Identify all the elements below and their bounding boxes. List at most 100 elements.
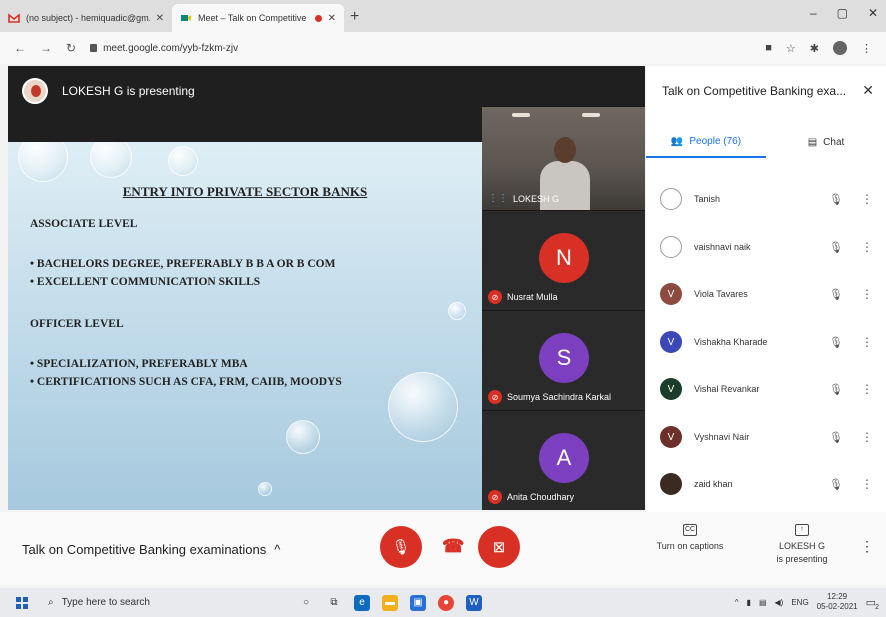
browser-tab-gmail[interactable]: (no subject) - hemiquadic@gm... ✕	[0, 4, 172, 32]
participant-tile[interactable]: N ⊘ Nusrat Mulla	[482, 210, 645, 310]
presenter-avatar	[22, 78, 48, 104]
participant-avatar	[660, 188, 682, 210]
microphone-toggle-button[interactable]: 🎙	[380, 526, 422, 568]
participant-tile-video[interactable]: ⋮⋮ LOKESH G	[482, 106, 645, 210]
minimize-icon[interactable]: –	[810, 6, 817, 20]
more-options-icon[interactable]: ⋮	[860, 382, 874, 396]
forward-arrow-icon[interactable]: →	[40, 41, 52, 55]
network-icon[interactable]: ▤	[759, 598, 767, 607]
participant-row[interactable]: Tanish 🎙 ⋮	[660, 184, 874, 214]
participant-name: Vishal Revankar	[694, 384, 760, 394]
leave-call-button[interactable]: ☎	[442, 536, 464, 557]
more-options-icon[interactable]: ⋮	[860, 240, 874, 254]
browser-tab-strip: (no subject) - hemiquadic@gm... ✕ Meet –…	[0, 0, 886, 32]
participant-tile[interactable]: S ⊘ Soumya Sachindra Karkal	[482, 310, 645, 410]
slide-section-officer: OFFICER LEVEL	[30, 318, 124, 330]
mic-off-icon[interactable]: 🎙	[826, 478, 846, 491]
volume-icon[interactable]: ◀)	[775, 598, 784, 607]
close-panel-icon[interactable]: ✕	[862, 82, 874, 99]
water-drop	[286, 420, 320, 454]
participant-tile[interactable]: A ⊘ Anita Choudhary	[482, 410, 645, 510]
water-drop	[258, 482, 272, 496]
tab-title: (no subject) - hemiquadic@gm...	[26, 13, 150, 23]
participant-avatar: N	[539, 233, 589, 283]
participant-row[interactable]: V Vishal Revankar 🎙 ⋮	[660, 374, 874, 404]
extensions-icon[interactable]: ✱	[810, 42, 819, 55]
meeting-controls-bar: Talk on Competitive Banking examinations…	[0, 512, 886, 585]
mic-off-icon[interactable]: 🎙	[826, 288, 846, 301]
file-explorer-icon[interactable]: ▬	[382, 594, 398, 611]
word-icon[interactable]: W	[466, 594, 482, 611]
language-indicator[interactable]: ENG	[791, 598, 808, 607]
ceiling-light	[512, 113, 530, 117]
presenter-banner-text: LOKESH G is presenting	[62, 84, 195, 98]
camera-icon[interactable]: ■	[765, 42, 772, 54]
new-tab-button[interactable]: +	[350, 8, 359, 26]
mic-off-icon[interactable]: 🎙	[826, 431, 846, 444]
taskbar-search[interactable]: ⌕ Type here to search	[48, 597, 258, 608]
participant-name: Tanish	[694, 194, 721, 204]
participant-row[interactable]: V Vishakha Kharade 🎙 ⋮	[660, 327, 874, 357]
close-tab-icon[interactable]: ✕	[156, 13, 164, 24]
cortana-icon[interactable]: ○	[298, 595, 314, 611]
mic-off-icon[interactable]: 🎙	[826, 383, 846, 396]
mic-off-icon[interactable]: 🎙	[826, 193, 846, 206]
reload-icon[interactable]: ↻	[66, 41, 76, 55]
presentation-status-button[interactable]: ↑ LOKESH G is presenting	[765, 522, 839, 566]
store-icon[interactable]: ▣	[410, 594, 426, 611]
water-drop	[90, 142, 132, 178]
browser-menu-icon[interactable]: ⋮	[861, 42, 872, 55]
participant-name: Viola Tavares	[694, 289, 748, 299]
browser-tab-meet[interactable]: Meet – Talk on Competitive ✕	[172, 4, 344, 32]
captions-label: Turn on captions	[656, 541, 724, 551]
battery-icon[interactable]: ▮	[747, 598, 751, 607]
tab-people[interactable]: 👥 People (76)	[646, 126, 766, 158]
chrome-icon[interactable]: ●	[438, 594, 454, 611]
participant-row[interactable]: V Vyshnavi Nair 🎙 ⋮	[660, 422, 874, 452]
tab-chat[interactable]: ▤ Chat	[766, 126, 886, 158]
participant-avatar: A	[539, 433, 589, 483]
meeting-details-button[interactable]: Talk on Competitive Banking examinations…	[22, 542, 280, 557]
mic-off-icon[interactable]: 🎙	[826, 336, 846, 349]
tile-name-text: Nusrat Mulla	[507, 292, 558, 302]
participant-avatar	[660, 473, 682, 495]
more-options-icon[interactable]: ⋮	[860, 192, 874, 206]
task-view-icon[interactable]: ⧉	[326, 595, 342, 611]
mic-off-icon[interactable]: 🎙	[826, 241, 846, 254]
captions-button[interactable]: CC Turn on captions	[655, 522, 725, 553]
windows-taskbar: ⌕ Type here to search ○ ⧉ e ▬ ▣ ● W ^ ▮ …	[0, 588, 886, 617]
more-options-icon[interactable]: ⋮	[860, 430, 874, 444]
participant-row[interactable]: zaid khan 🎙 ⋮	[660, 469, 874, 499]
profile-avatar[interactable]	[833, 41, 847, 55]
mic-off-icon: ⊘	[488, 290, 502, 304]
captions-icon: CC	[683, 524, 697, 536]
panel-title: Talk on Competitive Banking exa...	[662, 84, 847, 98]
presenting-label: is presenting	[776, 554, 828, 564]
address-bar: ← → ↻ meet.google.com/yyb-fzkm-zjv ■ ☆ ✱…	[0, 32, 886, 64]
more-options-icon[interactable]: ⋮	[860, 538, 874, 555]
url-field[interactable]: meet.google.com/yyb-fzkm-zjv	[90, 43, 238, 54]
url-text: meet.google.com/yyb-fzkm-zjv	[103, 42, 239, 54]
restore-icon[interactable]: ▢	[837, 6, 848, 20]
system-tray: ^ ▮ ▤ ◀) ENG 12:29 05-02-2021 ▭ 2	[735, 592, 879, 612]
browser-actions: ■ ☆ ✱ ⋮	[765, 41, 872, 55]
back-arrow-icon[interactable]: ←	[14, 41, 26, 55]
windows-start-icon[interactable]	[16, 596, 28, 609]
close-window-icon[interactable]: ✕	[868, 6, 878, 20]
more-options-icon[interactable]: ⋮	[860, 335, 874, 349]
more-options-icon[interactable]: ⋮	[860, 477, 874, 491]
participant-row[interactable]: vaishnavi naik 🎙 ⋮	[660, 232, 874, 262]
gmail-icon	[8, 12, 20, 24]
camera-toggle-button[interactable]: ⊠	[478, 526, 520, 568]
mic-off-icon: ⊘	[488, 490, 502, 504]
bookmark-star-icon[interactable]: ☆	[786, 42, 796, 55]
slide-bullet: • SPECIALIZATION, PREFERABLY MBA	[30, 358, 248, 370]
clock[interactable]: 12:29 05-02-2021	[817, 592, 858, 612]
close-tab-icon[interactable]: ✕	[328, 13, 336, 24]
participant-row[interactable]: V Viola Tavares 🎙 ⋮	[660, 279, 874, 309]
edge-icon[interactable]: e	[354, 594, 370, 611]
tab-people-label: People (76)	[689, 135, 742, 147]
notification-icon[interactable]: ▭ 2	[866, 596, 879, 611]
more-options-icon[interactable]: ⋮	[860, 287, 874, 301]
chevron-up-icon[interactable]: ^	[735, 598, 739, 607]
